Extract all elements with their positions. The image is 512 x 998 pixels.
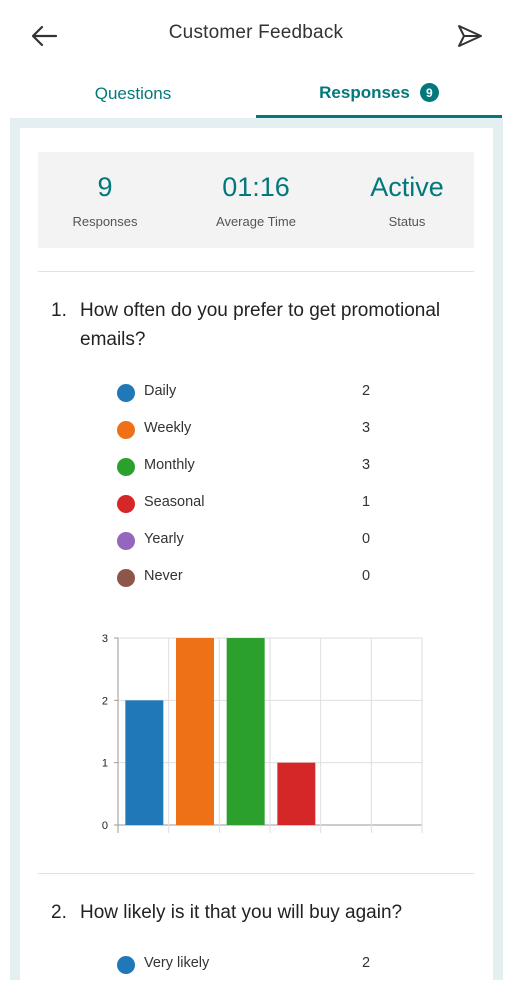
page-title: Customer Feedback — [168, 22, 344, 43]
legend-count: 3 — [362, 457, 371, 473]
legend-label: Yearly — [144, 531, 184, 547]
responses-panel[interactable]: 9 Responses 01:16 Average Time Active St… — [10, 118, 503, 980]
legend-dot-seasonal — [117, 495, 135, 513]
legend-label: Monthly — [144, 457, 195, 473]
legend-count: 2 — [362, 955, 371, 971]
bar-seasonal — [277, 762, 316, 825]
tab-questions-label: Questions — [94, 84, 172, 103]
legend-label: Seasonal — [144, 494, 205, 510]
question-1-title: 1. How often do you prefer to get promot… — [51, 296, 471, 356]
legend-label: Weekly — [144, 420, 192, 436]
bar-chart: 0 1 2 3 — [102, 633, 423, 833]
send-icon — [458, 25, 482, 47]
legend-item: Daily 2 — [117, 376, 377, 413]
legend-count: 0 — [362, 531, 371, 547]
legend-item: Very likely 2 — [117, 948, 377, 980]
legend-label: Daily — [144, 383, 177, 399]
question-text: How often do you prefer to get promotion… — [80, 300, 441, 350]
legend-count: 1 — [362, 494, 371, 510]
legend-item: Yearly 0 — [117, 524, 377, 561]
top-bar: Customer Feedback — [0, 0, 512, 70]
legend-count: 0 — [362, 568, 371, 584]
y-tick-label: 0 — [102, 820, 108, 832]
average-time-stat: 01:16 Average Time — [181, 152, 331, 248]
question-number: 2. — [51, 902, 67, 923]
y-tick-label: 3 — [102, 633, 108, 645]
divider — [38, 873, 474, 874]
responses-count-badge: 9 — [419, 83, 439, 102]
legend-label: Very likely — [144, 955, 210, 971]
legend-item: Weekly 3 — [117, 413, 377, 450]
legend-dot-yearly — [117, 532, 135, 550]
average-time-value: 01:16 — [222, 172, 290, 202]
bar-weekly — [176, 638, 214, 825]
tab-responses[interactable]: Responses 9 — [256, 70, 502, 118]
legend-dot-very-likely — [117, 956, 135, 974]
summary-box: 9 Responses 01:16 Average Time Active St… — [38, 152, 474, 248]
legend-label: Never — [144, 568, 183, 584]
y-tick-label: 2 — [102, 695, 108, 707]
tab-responses-label: Responses — [319, 82, 410, 102]
status-value: Active — [370, 172, 444, 202]
legend-item: Seasonal 1 — [117, 487, 377, 524]
y-tick-label: 1 — [102, 758, 108, 770]
legend-item: Never 0 — [117, 561, 377, 598]
bar-monthly — [226, 638, 265, 825]
legend-item: Monthly 3 — [117, 450, 377, 487]
legend-dot-weekly — [117, 421, 135, 439]
question-2-title: 2. How likely is it that you will buy ag… — [51, 898, 471, 928]
legend-dot-daily — [117, 384, 135, 402]
responses-stat-label: Responses — [72, 214, 138, 229]
responses-stat: 9 Responses — [30, 152, 180, 248]
send-button[interactable] — [450, 18, 490, 54]
responses-stat-value: 9 — [97, 172, 113, 202]
legend-count: 3 — [362, 420, 371, 436]
legend-count: 2 — [362, 383, 371, 399]
tab-bar: Questions Responses 9 — [10, 70, 502, 118]
question-text: How likely is it that you will buy again… — [80, 902, 403, 923]
status-label: Status — [388, 214, 426, 229]
status-stat: Active Status — [332, 152, 482, 248]
divider — [38, 271, 474, 272]
legend-dot-monthly — [117, 458, 135, 476]
question-number: 1. — [51, 300, 67, 321]
responses-card: 9 Responses 01:16 Average Time Active St… — [20, 128, 493, 980]
legend-dot-never — [117, 569, 135, 587]
bar-daily — [125, 700, 164, 825]
average-time-label: Average Time — [216, 214, 296, 229]
tab-questions[interactable]: Questions — [10, 70, 256, 118]
